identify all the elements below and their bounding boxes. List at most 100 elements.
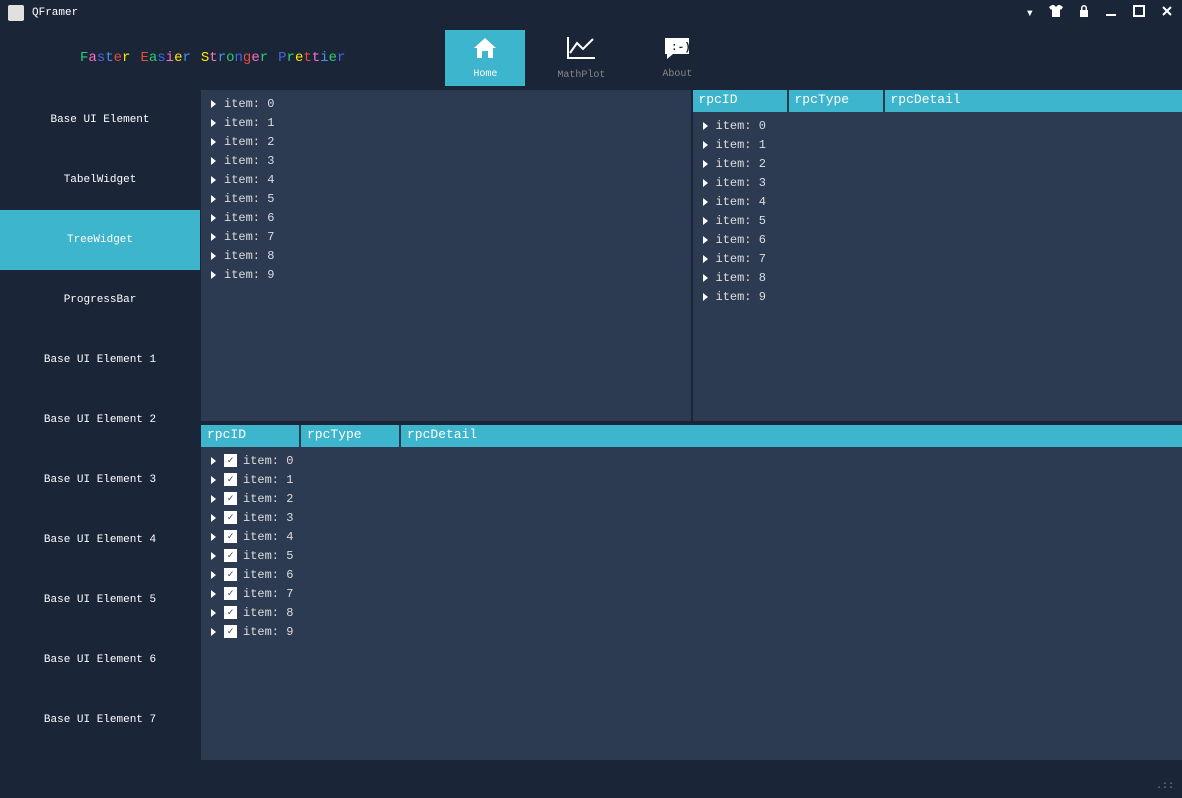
tree-item[interactable]: ✓item: 2 [201, 489, 1182, 508]
column-rpcdetail[interactable]: rpcDetail [885, 90, 1182, 112]
expand-arrow-icon[interactable] [211, 457, 216, 465]
tree-item[interactable]: item: 8 [201, 246, 691, 265]
tree-item[interactable]: item: 1 [693, 135, 1182, 154]
tree-item[interactable]: ✓item: 7 [201, 584, 1182, 603]
expand-arrow-icon[interactable] [211, 233, 216, 241]
sidebar-item[interactable]: Base UI Element [0, 90, 200, 150]
expand-arrow-icon[interactable] [211, 514, 216, 522]
column-rpctype[interactable]: rpcType [789, 90, 885, 112]
tree-item[interactable]: ✓item: 9 [201, 622, 1182, 641]
tree-item[interactable]: ✓item: 3 [201, 508, 1182, 527]
tree-item[interactable]: item: 7 [693, 249, 1182, 268]
tree-item[interactable]: item: 3 [693, 173, 1182, 192]
tree-item[interactable]: item: 7 [201, 227, 691, 246]
expand-arrow-icon[interactable] [211, 138, 216, 146]
sidebar-item[interactable]: Base UI Element 5 [0, 570, 200, 630]
tab-mathplot[interactable]: MathPlot [541, 30, 621, 86]
resize-grip-icon[interactable]: .:: [1156, 781, 1174, 792]
sidebar-item[interactable]: TabelWidget [0, 150, 200, 210]
tree-item[interactable]: ✓item: 1 [201, 470, 1182, 489]
sidebar-item[interactable]: Base UI Element 6 [0, 630, 200, 690]
lock-icon[interactable] [1078, 4, 1090, 23]
expand-arrow-icon[interactable] [703, 160, 708, 168]
tree-item[interactable]: item: 1 [201, 113, 691, 132]
sidebar-item[interactable]: Base UI Element 3 [0, 450, 200, 510]
tree-item[interactable]: item: 0 [201, 94, 691, 113]
expand-arrow-icon[interactable] [211, 571, 216, 579]
tree-item[interactable]: item: 3 [201, 151, 691, 170]
checkbox[interactable]: ✓ [224, 625, 237, 638]
expand-arrow-icon[interactable] [211, 119, 216, 127]
tree-item[interactable]: ✓item: 0 [201, 451, 1182, 470]
expand-arrow-icon[interactable] [211, 476, 216, 484]
checkbox[interactable]: ✓ [224, 606, 237, 619]
checkbox[interactable]: ✓ [224, 568, 237, 581]
tree-item[interactable]: ✓item: 5 [201, 546, 1182, 565]
expand-arrow-icon[interactable] [211, 214, 216, 222]
tree-item[interactable]: ✓ item: 6 [201, 565, 1182, 584]
expand-arrow-icon[interactable] [211, 552, 216, 560]
expand-arrow-icon[interactable] [703, 141, 708, 149]
minimize-icon[interactable] [1104, 4, 1118, 23]
expand-arrow-icon[interactable] [211, 176, 216, 184]
expand-arrow-icon[interactable] [703, 255, 708, 263]
tree-item[interactable]: item: 5 [693, 211, 1182, 230]
checkbox[interactable]: ✓ [224, 587, 237, 600]
expand-arrow-icon[interactable] [211, 271, 216, 279]
expand-arrow-icon[interactable] [703, 236, 708, 244]
expand-arrow-icon[interactable] [703, 293, 708, 301]
shirt-icon[interactable] [1048, 4, 1064, 23]
checkbox[interactable]: ✓ [224, 511, 237, 524]
tree-item[interactable]: item: 2 [693, 154, 1182, 173]
tree-item[interactable]: item: 2 [201, 132, 691, 151]
tree-item[interactable]: item: 4 [201, 170, 691, 189]
sidebar-item[interactable]: Base UI Element 1 [0, 330, 200, 390]
tree-item[interactable]: item: 5 [201, 189, 691, 208]
checkbox[interactable]: ✓ [224, 454, 237, 467]
expand-arrow-icon[interactable] [211, 590, 216, 598]
sidebar-item[interactable]: ProgressBar [0, 270, 200, 330]
checkbox[interactable]: ✓ [224, 549, 237, 562]
expand-arrow-icon[interactable] [211, 195, 216, 203]
expand-arrow-icon[interactable] [703, 179, 708, 187]
expand-arrow-icon[interactable] [703, 274, 708, 282]
tree-item[interactable]: ✓item: 8 [201, 603, 1182, 622]
sidebar-item[interactable]: Base UI Element 4 [0, 510, 200, 570]
checkbox[interactable]: ✓ [224, 492, 237, 505]
checkbox[interactable]: ✓ [224, 530, 237, 543]
sidebar-item[interactable]: Base UI Element 7 [0, 690, 200, 750]
tree-item[interactable]: item: 4 [693, 192, 1182, 211]
sidebar-item[interactable]: Base UI Element 2 [0, 390, 200, 450]
expand-arrow-icon[interactable] [703, 198, 708, 206]
sidebar-item[interactable]: TreeWidget [0, 210, 200, 270]
expand-arrow-icon[interactable] [211, 495, 216, 503]
close-icon[interactable] [1160, 4, 1174, 23]
column-rpcid[interactable]: rpcID [201, 425, 301, 447]
expand-arrow-icon[interactable] [211, 157, 216, 165]
expand-arrow-icon[interactable] [703, 217, 708, 225]
expand-arrow-icon[interactable] [703, 122, 708, 130]
tab-about[interactable]: :-) About [637, 30, 717, 86]
tree-item[interactable]: item: 0 [693, 116, 1182, 135]
maximize-icon[interactable] [1132, 4, 1146, 23]
column-rpctype[interactable]: rpcType [301, 425, 401, 447]
expand-arrow-icon[interactable] [211, 533, 216, 541]
expand-arrow-icon[interactable] [211, 100, 216, 108]
checkbox[interactable]: ✓ [224, 473, 237, 486]
column-rpcid[interactable]: rpcID [693, 90, 789, 112]
expand-arrow-icon[interactable] [211, 628, 216, 636]
chat-icon: :-) [663, 36, 691, 67]
tab-home[interactable]: Home [445, 30, 525, 86]
tree-item[interactable]: item: 9 [201, 265, 691, 284]
tree-item[interactable]: item: 6 [693, 230, 1182, 249]
dropdown-icon[interactable]: ▾ [1026, 5, 1034, 22]
expand-arrow-icon[interactable] [211, 609, 216, 617]
expand-arrow-icon[interactable] [211, 252, 216, 260]
tree-item[interactable]: item: 9 [693, 287, 1182, 306]
tree-item-label: item: 6 [243, 568, 293, 582]
column-rpcdetail[interactable]: rpcDetail [401, 425, 1182, 447]
tree-item[interactable]: ✓item: 4 [201, 527, 1182, 546]
tree-item[interactable]: item: 6 [201, 208, 691, 227]
tree-item[interactable]: item: 8 [693, 268, 1182, 287]
tree-item-label: item: 9 [716, 290, 766, 304]
